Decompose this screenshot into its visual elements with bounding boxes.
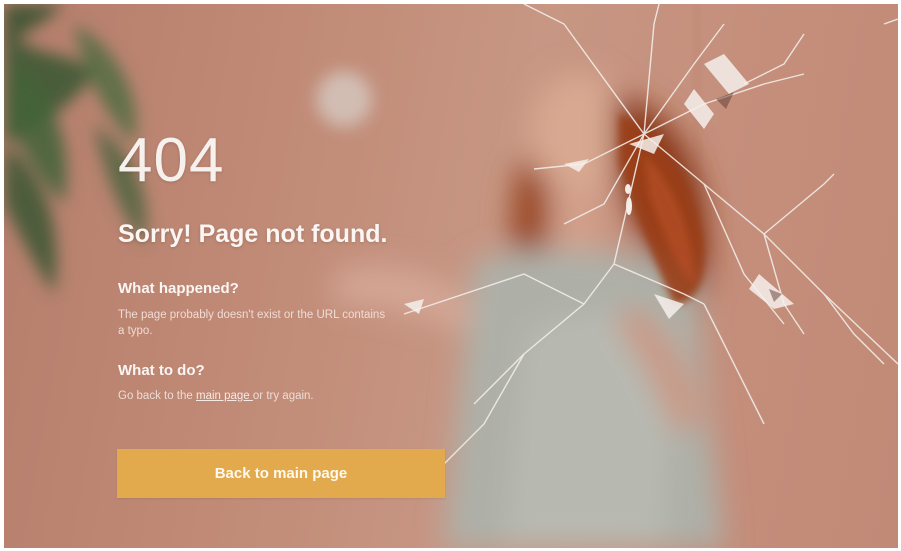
- what-happened-text: The page probably doesn't exist or the U…: [118, 309, 386, 337]
- what-to-do-text-after: or try again.: [252, 390, 314, 402]
- what-to-do-text-before: Go back to the: [118, 390, 196, 402]
- error-headline: Sorry! Page not found.: [118, 220, 388, 248]
- back-to-main-page-button[interactable]: Back to main page: [117, 449, 445, 498]
- error-code: 404: [118, 126, 225, 195]
- error-page: 404 Sorry! Page not found. What happened…: [0, 0, 901, 551]
- error-content: 404 Sorry! Page not found. What happened…: [118, 120, 458, 403]
- what-happened-title: What happened?: [118, 280, 239, 297]
- what-to-do-text: Go back to the main page or try again.: [118, 388, 388, 404]
- what-to-do-title: What to do?: [118, 362, 205, 379]
- main-page-link[interactable]: main page: [196, 390, 253, 402]
